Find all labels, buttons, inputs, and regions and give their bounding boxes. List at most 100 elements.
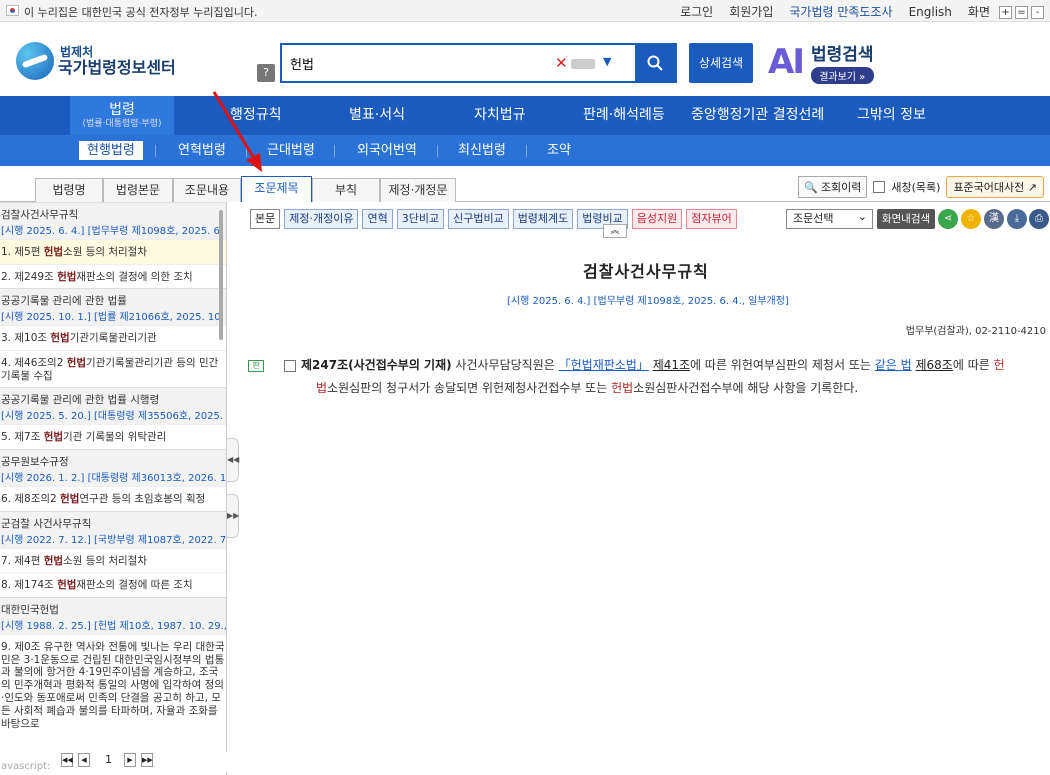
article-41-link[interactable]: 제41조 [653,358,690,372]
subnav-history-laws[interactable]: 연혁법령 [178,135,226,166]
tab-addenda[interactable]: 부칙 [312,178,380,202]
voice-support-button[interactable]: 음성지원 [631,209,683,229]
view-history-button[interactable]: 🔍 조회이력 [798,176,868,198]
history-button[interactable]: 연혁 [362,209,393,229]
subnav-current-laws[interactable]: 현행법령 [79,141,143,160]
law-group-header[interactable]: 검찰사건사무규칙 [시행 2025. 6. 4.] [법무부령 제1098호, 2… [0,202,226,239]
first-page-button[interactable]: ◀◀ [61,753,73,767]
survey-link[interactable]: 국가법령 만족도조사 [789,3,892,20]
law-group-header[interactable]: 대한민국헌법 [시행 1988. 2. 25.] [헌법 제10호, 1987. … [0,596,226,634]
search-button[interactable] [635,45,675,81]
prev-page-button[interactable]: ◀ [78,753,90,767]
ai-law-search-banner[interactable]: AI 법령검색 결과보기 » [768,40,874,84]
keyword-highlight: 헌법 [66,356,87,369]
status-bar-text: avascript: [1,761,51,772]
keyword-highlight: 헌법 [43,554,64,567]
same-law-link[interactable]: 같은 법 [875,358,912,372]
article-list-item[interactable]: 3. 제10조 헌법기관기록물관리기관 [0,325,226,350]
tab-article-content[interactable]: 조문내용 [173,178,241,202]
print-icon[interactable]: ⎙ [1029,209,1049,229]
nav-tables-forms[interactable]: 별표·서식 [349,96,405,135]
nav-other-info[interactable]: 그밖의 정보 [857,96,926,135]
document-department: 법무부(검찰과), 02-2110-4210 [905,326,1046,337]
article-list-item[interactable]: 1. 제5편 헌법소원 등의 처리절차 [0,239,226,264]
site-logo[interactable]: 법제처 국가법령정보센터 [16,42,176,80]
new-window-checkbox[interactable] [873,181,886,193]
hanja-button[interactable]: 漢 [984,209,1004,229]
article-list-item[interactable]: 4. 제46조의2 헌법기관기록물관리기관 등의 민간기록물 수집 [0,349,226,388]
article-text: 소원심판사건접수부에 해당 사항을 기록한다. [633,381,859,395]
expand-sidebar-handle[interactable]: ▶▶ [227,494,239,538]
search-input[interactable] [290,53,550,73]
search-dropdown-icon[interactable]: ▼ [603,55,611,68]
amendment-reason-button[interactable]: 제정·개정이유 [284,209,359,229]
nav-admin-rules[interactable]: 행정규칙 [230,96,282,135]
english-link[interactable]: English [909,5,952,19]
in-screen-search-button[interactable]: 화면내검색 [877,209,935,229]
zoom-reset-button[interactable]: = [1015,6,1028,19]
zoom-in-button[interactable]: + [999,6,1012,19]
login-link[interactable]: 로그인 [680,3,713,20]
law-group-date: [시행 2026. 1. 2.] [대통령령 제36013호, 2026. 1.… [1,472,226,484]
article-checkbox[interactable] [284,359,296,372]
keyword-highlight: 법 [316,381,328,395]
old-new-compare-button[interactable]: 신구법비교 [448,209,509,229]
subnav-foreign-translation[interactable]: 외국어번역 [357,135,417,166]
view-history-label: 조회이력 [820,181,862,194]
law-group-title: 공공기록물 관리에 관한 법률 시행령 [1,394,160,407]
search-help-button[interactable]: ? [257,64,275,82]
article-list-item[interactable]: 7. 제4편 헌법소원 등의 처리절차 [0,547,226,573]
clear-search-icon[interactable]: ✕ [555,54,568,72]
article-68-link[interactable]: 제68조 [916,358,953,372]
site-header: 법제처 국가법령정보센터 ? ✕ ▼ 상세검색 AI 법령검색 결과보기 » [0,22,1050,96]
article-list-text: 재판소의 결정에 따른 조치 [76,579,193,592]
korean-flag-icon [6,5,19,16]
next-page-button[interactable]: ▶ [124,753,136,767]
favorite-star-icon[interactable]: ☆ [961,209,981,229]
last-page-button[interactable]: ▶▶ [141,753,153,767]
article-list-item[interactable]: 8. 제174조 헌법재판소의 결정에 따른 조치 [0,572,226,597]
law-group-header[interactable]: 공공기록물 관리에 관한 법률 시행령 [시행 2025. 5. 20.] [대통… [0,387,226,425]
document-toolbar: 본문 제정·개정이유 연혁 3단비교 신구법비교 법령체계도 법령비교 음성지원… [250,209,737,229]
tab-enactment-text[interactable]: 제정·개정문 [380,178,456,202]
tab-law-name[interactable]: 법령명 [35,178,103,202]
nav-local-laws[interactable]: 자치법규 [474,96,526,135]
precedent-badge[interactable]: 판 [248,359,264,372]
tab-article-title[interactable]: 조문제목 [241,176,312,202]
download-icon[interactable]: ⤓ [1007,209,1027,229]
collapse-sidebar-handle[interactable]: ◀◀ [227,438,239,482]
braille-viewer-button[interactable]: 점자뷰어 [686,209,737,229]
article-select[interactable]: 조문선택 [786,208,873,229]
nav-precedents[interactable]: 판례·해석례등 [583,96,665,135]
law-group-header[interactable]: 공무원보수규정 [시행 2026. 1. 2.] [대통령령 제36013호, 2… [0,448,226,486]
zoom-out-button[interactable]: - [1031,6,1044,19]
sidebar-scrollbar[interactable] [219,210,223,340]
share-icon[interactable]: ⋖ [938,209,958,229]
three-way-compare-button[interactable]: 3단비교 [396,209,445,229]
current-page[interactable]: 1 [105,753,112,766]
law-group-header[interactable]: 군검찰 사건사무규칙 [시행 2022. 7. 12.] [국방부령 제1087호… [0,510,226,548]
article-list-item[interactable]: 6. 제8조의2 헌법연구관 등의 초임호봉의 획정 [0,485,226,511]
body-button[interactable]: 본문 [250,209,281,229]
subnav-modern-laws[interactable]: 근대법령 [267,135,315,166]
subnav-divider [437,145,438,157]
subnav-treaties[interactable]: 조약 [547,135,571,166]
virtual-keyboard-icon[interactable] [571,59,595,69]
subnav-latest-laws[interactable]: 최신법령 [458,135,506,166]
article-list-item[interactable]: 9. 제0조 유구한 역사와 전통에 빛나는 우리 대한국민은 3·1운동으로 … [0,633,226,736]
signup-link[interactable]: 회원가입 [729,3,773,20]
collapse-toolbar-icon[interactable]: ︽ [603,224,627,238]
nav-law[interactable]: 법령 (법률·대통령령·부령) [70,96,174,135]
law-group-header[interactable]: 공공기록물 관리에 관한 법률 [시행 2025. 10. 1.] [법률 제21… [0,288,226,326]
nav-central-decisions[interactable]: 중앙행정기관 결정선례 [691,96,824,135]
constitutional-court-act-link[interactable]: 「헌법재판소법」 [559,358,649,372]
ai-logo: AI [768,42,805,82]
search-box: ✕ ▼ [280,43,677,83]
dictionary-button[interactable]: 표준국어대사전 ↗ [946,176,1044,198]
law-hierarchy-button[interactable]: 법령체계도 [512,209,574,229]
tab-law-body[interactable]: 법령본문 [103,178,173,202]
article-list-item[interactable]: 5. 제7조 헌법기관 기록물의 위탁관리 [0,424,226,449]
article-list-item[interactable]: 2. 제249조 헌법재판소의 결정에 의한 조치 [0,263,226,289]
gov-notice-text[interactable]: 이 누리집은 대한민국 공식 전자정부 누리집입니다. [24,4,258,20]
advanced-search-button[interactable]: 상세검색 [689,43,753,83]
